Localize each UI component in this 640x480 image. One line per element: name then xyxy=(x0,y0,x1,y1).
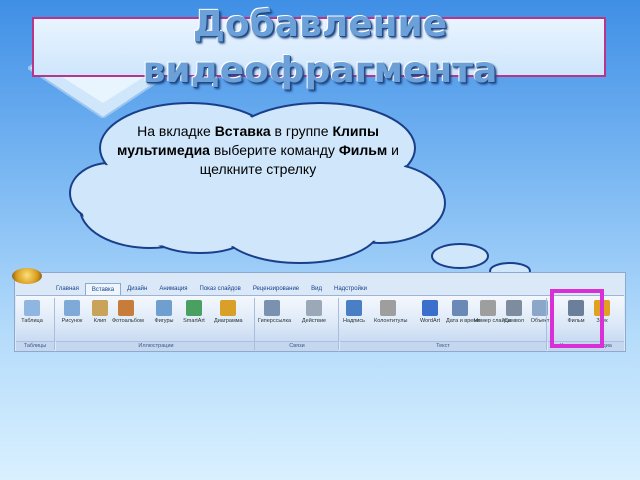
command-header-footer[interactable]: Колонтитулы xyxy=(374,300,408,325)
command-label: Таблица xyxy=(21,318,43,324)
command-label: SmartArt xyxy=(183,318,205,324)
group-label-0: Таблицы xyxy=(16,341,54,351)
callout-text-part: На вкладке xyxy=(137,123,215,139)
command-label: Символ xyxy=(504,318,524,324)
callout-text-part: выберите команду xyxy=(209,142,339,158)
tab-0[interactable]: Главная xyxy=(50,283,85,295)
command-chart[interactable]: Диаграмма xyxy=(214,300,243,325)
callout-bold-movie: Фильм xyxy=(338,142,388,158)
group-separator xyxy=(546,298,547,350)
group-label-3: Текст xyxy=(340,341,546,351)
command-label: Дата и время xyxy=(446,318,481,324)
command-clipart[interactable]: Клип xyxy=(86,300,114,325)
command-action[interactable]: Действие xyxy=(300,300,328,325)
photo-album-icon xyxy=(118,300,134,316)
command-wordart[interactable]: WordArt xyxy=(416,300,444,325)
command-label: WordArt xyxy=(419,318,441,324)
tab-1[interactable]: Вставка xyxy=(84,283,122,295)
callout-bold-insert: Вставка xyxy=(214,123,271,139)
smartart-icon xyxy=(186,300,202,316)
wordart-icon xyxy=(422,300,438,316)
tab-2[interactable]: Дизайн xyxy=(121,283,153,295)
callout-text-part: в группе xyxy=(270,123,333,139)
callout-text: На вкладке Вставка в группе Клипы мульти… xyxy=(108,122,408,179)
tab-3[interactable]: Анимация xyxy=(153,283,193,295)
group-separator xyxy=(338,298,339,350)
command-label: Действие xyxy=(301,318,327,324)
textbox-icon xyxy=(346,300,362,316)
command-label: Рисунок xyxy=(61,318,83,324)
office-button-icon[interactable] xyxy=(12,268,42,284)
command-table[interactable]: Таблица xyxy=(18,300,46,325)
tab-6[interactable]: Вид xyxy=(305,283,328,295)
symbol-icon xyxy=(506,300,522,316)
tab-5[interactable]: Рецензирование xyxy=(247,283,305,295)
command-textbox[interactable]: Надпись xyxy=(340,300,368,325)
command-photo-album[interactable]: Фотоальбом xyxy=(112,300,144,325)
action-icon xyxy=(306,300,322,316)
hyperlink-icon xyxy=(264,300,280,316)
slide-number-icon xyxy=(480,300,496,316)
command-smartart[interactable]: SmartArt xyxy=(180,300,208,325)
shapes-icon xyxy=(156,300,172,316)
command-symbol[interactable]: Символ xyxy=(500,300,528,325)
ribbon-tabs: Главная Вставка Дизайн Анимация Показ слайдо… xyxy=(50,283,373,295)
group-label-2: Связи xyxy=(256,341,338,351)
command-label: Клип xyxy=(93,318,107,324)
date-time-icon xyxy=(452,300,468,316)
command-label: Фигуры xyxy=(154,318,174,324)
command-hyperlink[interactable]: Гиперссылка xyxy=(258,300,292,325)
header-footer-icon xyxy=(380,300,396,316)
table-icon xyxy=(24,300,40,316)
group-separator xyxy=(254,298,255,350)
tab-4[interactable]: Показ слайдов xyxy=(194,283,247,295)
command-slide-number[interactable]: Номер слайда xyxy=(474,300,511,325)
group-separator xyxy=(54,298,55,350)
command-label: Колонтитулы xyxy=(374,318,408,324)
command-date-time[interactable]: Дата и время xyxy=(446,300,481,325)
tab-7[interactable]: Надстройки xyxy=(328,283,373,295)
picture-icon xyxy=(64,300,80,316)
clipart-icon xyxy=(92,300,108,316)
command-label: Диаграмма xyxy=(214,318,243,324)
group-label-1: Иллюстрации xyxy=(56,341,256,351)
command-label: Номер слайда xyxy=(474,318,511,324)
title-line-2: видеофрагмента xyxy=(142,50,498,91)
title-line-1: Добавление xyxy=(192,4,448,45)
command-shapes[interactable]: Фигуры xyxy=(150,300,178,325)
chart-icon xyxy=(220,300,236,316)
command-picture[interactable]: Рисунок xyxy=(58,300,86,325)
movie-command-highlight xyxy=(550,289,604,348)
slide-title: Добавление видеофрагмента xyxy=(0,2,640,94)
command-label: Надпись xyxy=(343,318,365,324)
command-label: Гиперссылка xyxy=(258,318,292,324)
command-label: Фотоальбом xyxy=(112,318,144,324)
